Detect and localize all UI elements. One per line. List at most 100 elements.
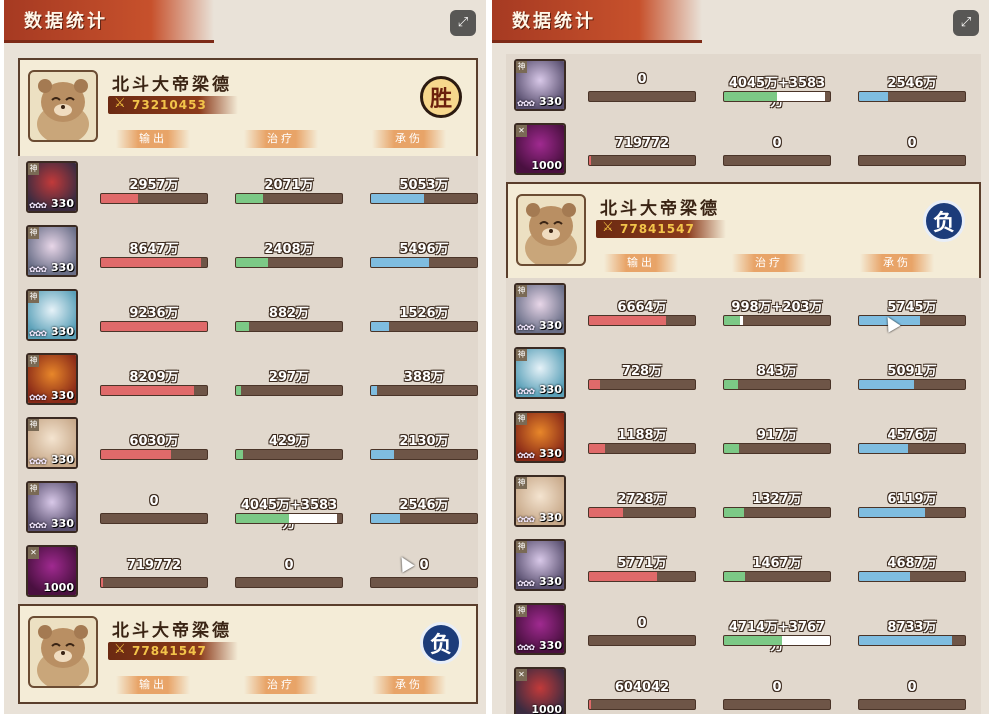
power-strip: ⚔ 77841547 [596, 220, 726, 238]
heal-stat: 297万 [235, 366, 343, 396]
class-badge-icon: 神 [516, 285, 527, 297]
right-stats-panel: 数据统计 ⤢ 神 ✿✿✿ 330 0 4045万+3583万 2546万 ✕ 1000 7197… [492, 0, 989, 714]
hero-level: 330 [539, 447, 562, 460]
hero-level: 330 [51, 453, 74, 466]
tank-stat: 5091万 [858, 360, 966, 390]
team-name: 北斗大帝梁德 [112, 621, 232, 641]
hero-avatar[interactable]: ✕ 1000 [514, 667, 566, 714]
hero-row: 神 ✿✿✿ 330 2957万 2071万 5053万 [18, 156, 478, 221]
hero-level: 330 [51, 197, 74, 210]
hero-row: 神 ✿✿✿ 330 728万 843万 5091万 [506, 342, 981, 407]
hero-level: 330 [51, 517, 74, 530]
heal-stat-value: 917万 [756, 428, 798, 443]
tank-stat-bar [858, 155, 966, 166]
heal-stat: 4045万+3583万 [235, 494, 343, 532]
damage-stat: 2728万 [588, 488, 696, 518]
hero-row: 神 ✿✿✿ 330 0 4045万+3583万 2546万 [18, 476, 478, 541]
tank-stat-bar-fill [859, 380, 915, 389]
title-banner: 数据统计 [492, 0, 702, 43]
damage-stat-value: 0 [149, 494, 159, 509]
star-rank-icon: ✿✿✿ [517, 515, 535, 524]
hero-avatar[interactable]: 神 ✿✿✿ 330 [514, 603, 566, 655]
damage-stat-bar [100, 577, 208, 588]
damage-stat-value: 2957万 [129, 178, 179, 193]
hamster-icon [37, 625, 89, 686]
tank-stat: 2546万 [858, 72, 966, 102]
hero-avatar[interactable]: 神 ✿✿✿ 330 [26, 481, 78, 533]
heal-stat-value: 998万+203万 [731, 300, 823, 315]
damage-stat-bar [100, 385, 208, 396]
hero-level: 330 [539, 511, 562, 524]
hamster-icon [525, 203, 577, 264]
damage-stat: 6664万 [588, 296, 696, 326]
star-rank-icon: ✿✿✿ [29, 265, 47, 274]
heal-stat-bar-fill [236, 322, 249, 331]
hero-level: 330 [539, 319, 562, 332]
heal-stat-value: 297万 [268, 370, 310, 385]
tank-stat-value: 2546万 [399, 498, 449, 513]
tank-stat-bar [370, 321, 478, 332]
power-strip: ⚔ 73210453 [108, 96, 238, 114]
crossed-swords-icon: ⚔ [114, 642, 126, 657]
star-rank-icon: ✿✿✿ [29, 329, 47, 338]
hero-avatar[interactable]: 神 ✿✿✿ 330 [514, 347, 566, 399]
hero-avatar[interactable]: 神 ✿✿✿ 330 [26, 225, 78, 277]
tank-stat-value: 5496万 [399, 242, 449, 257]
title-banner: 数据统计 [4, 0, 214, 43]
hero-avatar[interactable]: 神 ✿✿✿ 330 [26, 417, 78, 469]
heal-stat-bar [723, 91, 831, 102]
heal-stat: 0 [235, 558, 343, 588]
star-rank-icon: ✿✿✿ [29, 201, 47, 210]
damage-stat-bar [588, 379, 696, 390]
hero-avatar[interactable]: ✕ 1000 [514, 123, 566, 175]
heal-stat: 0 [723, 680, 831, 710]
tank-stat-bar-fill [859, 508, 925, 517]
column-labels: 输出 治疗 承伤 [116, 130, 466, 150]
heal-stat-value: 0 [772, 680, 782, 695]
heal-stat: 917万 [723, 424, 831, 454]
tank-stat-bar-fill [371, 194, 424, 203]
star-rank-icon: ✿✿✿ [517, 451, 535, 460]
damage-stat-value: 0 [637, 72, 647, 87]
tank-stat: 5745万 [858, 296, 966, 326]
hero-avatar[interactable]: 神 ✿✿✿ 330 [26, 289, 78, 341]
hero-avatar[interactable]: 神 ✿✿✿ 330 [26, 161, 78, 213]
heal-secondary-bar-fill [289, 514, 337, 523]
tank-stat-bar [370, 257, 478, 268]
damage-stat-bar-fill [589, 316, 667, 325]
hero-row: 神 ✿✿✿ 330 8209万 297万 388万 [18, 348, 478, 413]
class-badge-icon: 神 [516, 349, 527, 361]
heal-stat: 4714万+3767万 [723, 616, 831, 654]
tank-stat-value: 5745万 [887, 300, 937, 315]
tank-stat-bar [370, 193, 478, 204]
damage-stat-bar [100, 257, 208, 268]
hero-row: 神 ✿✿✿ 330 8647万 2408万 5496万 [18, 220, 478, 285]
heal-stat-value: 1327万 [752, 492, 802, 507]
expand-icon[interactable]: ⤢ [953, 10, 979, 36]
damage-stat: 8209万 [100, 366, 208, 396]
hero-avatar[interactable]: 神 ✿✿✿ 330 [26, 353, 78, 405]
hero-avatar[interactable]: ✕ 1000 [26, 545, 78, 597]
hero-level: 1000 [531, 703, 562, 714]
heal-stat-bar [723, 507, 831, 518]
tank-label: 承伤 [372, 676, 446, 694]
hero-avatar[interactable]: 神 ✿✿✿ 330 [514, 411, 566, 463]
damage-stat-bar [588, 699, 696, 710]
hero-row: 神 ✿✿✿ 330 6030万 429万 2130万 [18, 412, 478, 477]
hero-avatar[interactable]: 神 ✿✿✿ 330 [514, 539, 566, 591]
damage-stat-bar [100, 321, 208, 332]
heal-stat-bar [235, 449, 343, 460]
damage-stat-value: 6030万 [129, 434, 179, 449]
hero-avatar[interactable]: 神 ✿✿✿ 330 [514, 59, 566, 111]
hero-avatar[interactable]: 神 ✿✿✿ 330 [514, 475, 566, 527]
hero-avatar[interactable]: 神 ✿✿✿ 330 [514, 283, 566, 335]
damage-stat-bar-fill [589, 508, 623, 517]
damage-stat: 728万 [588, 360, 696, 390]
tank-stat-bar-fill [859, 572, 910, 581]
damage-stat: 0 [588, 616, 696, 646]
hero-level: 1000 [531, 159, 562, 172]
expand-icon[interactable]: ⤢ [450, 10, 476, 36]
hero-row: 神 ✿✿✿ 330 5771万 1467万 4687万 [506, 534, 981, 599]
heal-stat: 843万 [723, 360, 831, 390]
star-rank-icon: ✿✿✿ [29, 393, 47, 402]
